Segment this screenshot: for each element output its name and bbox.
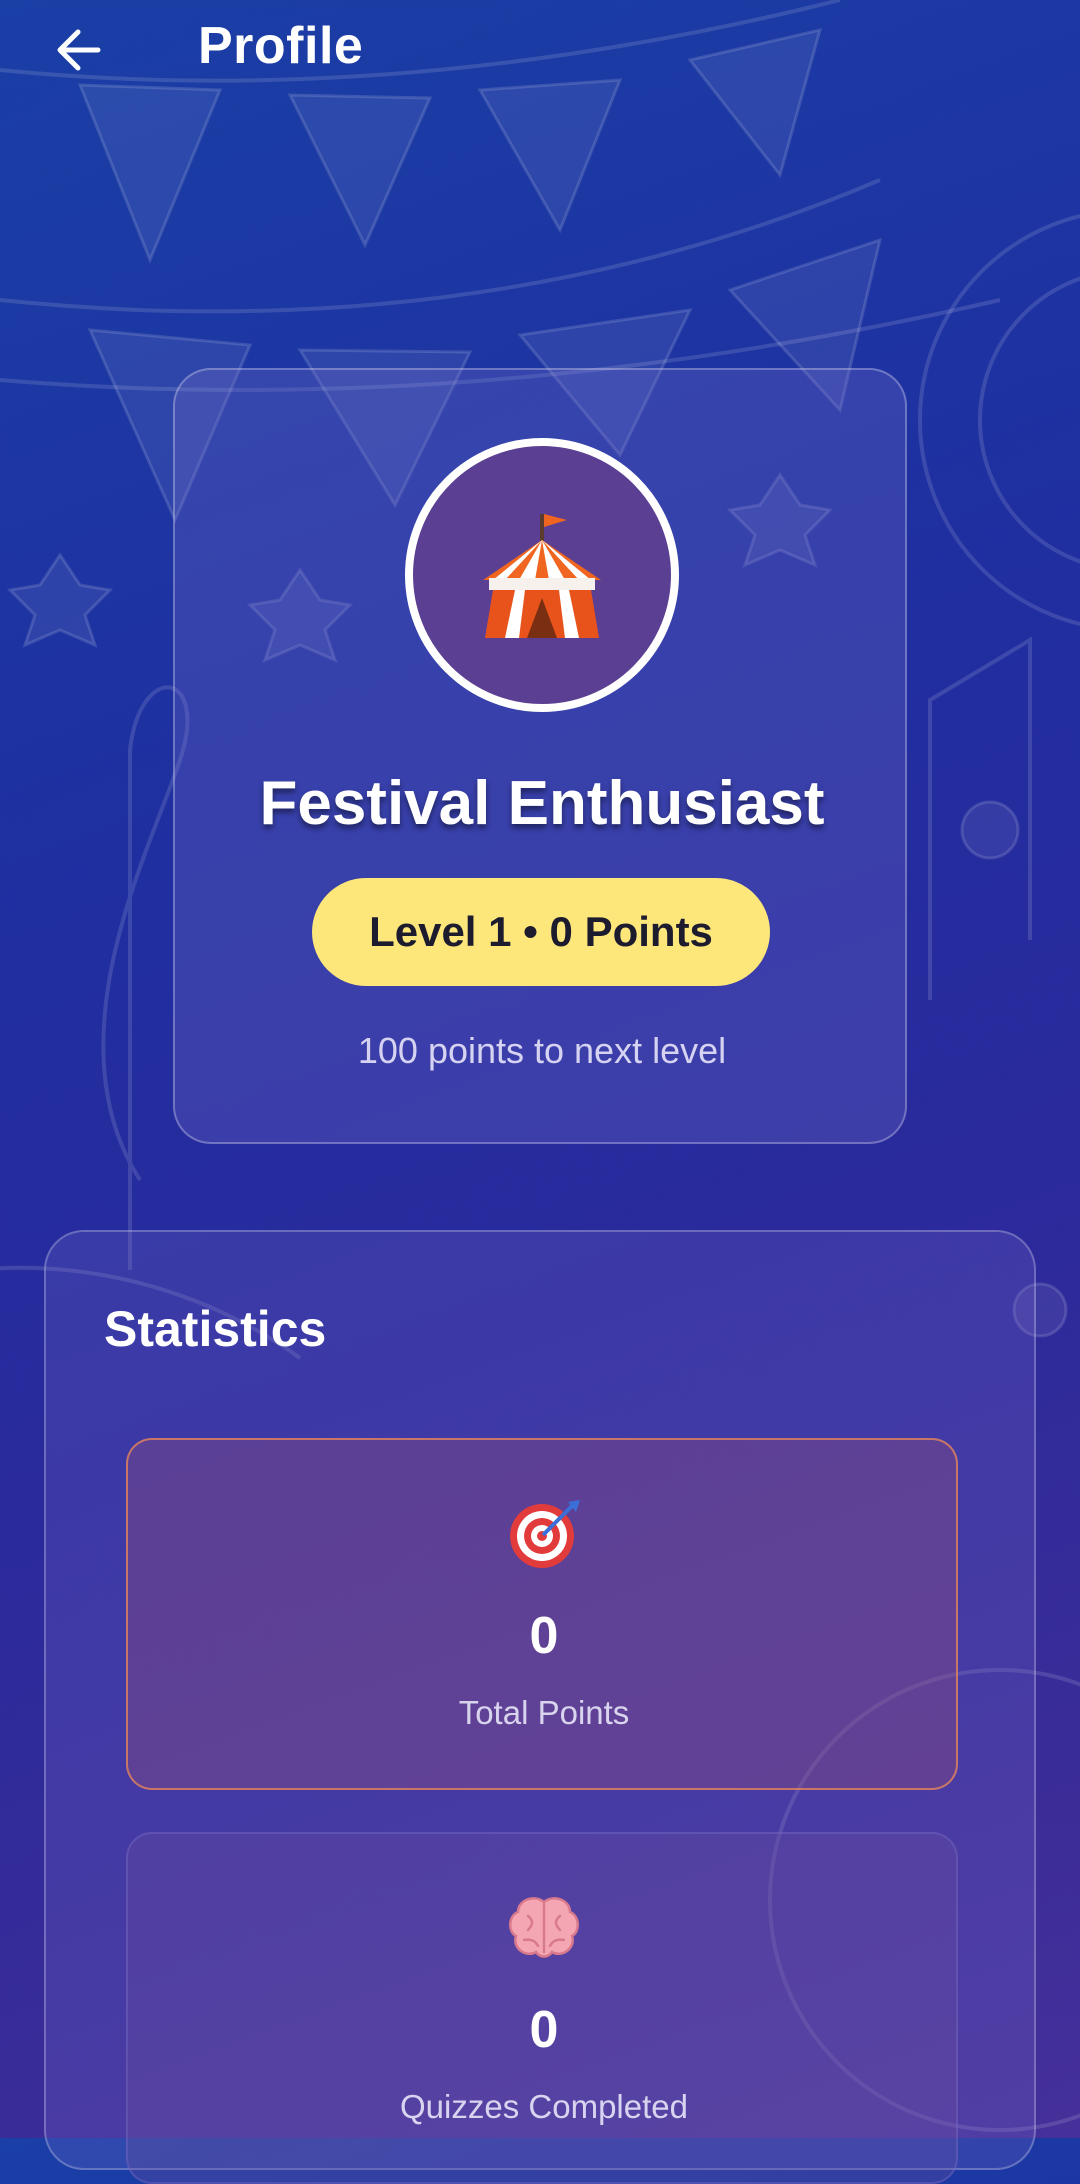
arrow-left-icon [57,29,101,71]
stat-value: 0 [529,2001,559,2059]
statistics-title: Statistics [104,1301,327,1357]
profile-name: Festival Enthusiast [259,769,825,838]
profile-card: Festival Enthusiast Level 1 • 0 Points 1… [173,368,907,1144]
stat-value: 0 [529,1607,559,1665]
level-badge: Level 1 • 0 Points [312,878,770,986]
stat-total-points: 0 Total Points [126,1438,958,1790]
back-button[interactable] [42,18,114,82]
target-icon [510,1500,580,1568]
stat-label: Total Points [458,1694,630,1731]
app-bar: Profile [0,0,1080,100]
next-level-text: 100 points to next level [357,1030,727,1071]
circus-tent-icon [483,514,601,638]
page-title: Profile [198,17,364,75]
brain-icon [509,1897,579,1958]
stat-quizzes-completed: 0 Quizzes Completed [126,1832,958,2184]
statistics-card: Statistics 0 Total Points 0 Quizzes Comp… [44,1230,1036,2184]
stat-label: Quizzes Completed [400,2088,688,2125]
avatar [405,438,679,712]
